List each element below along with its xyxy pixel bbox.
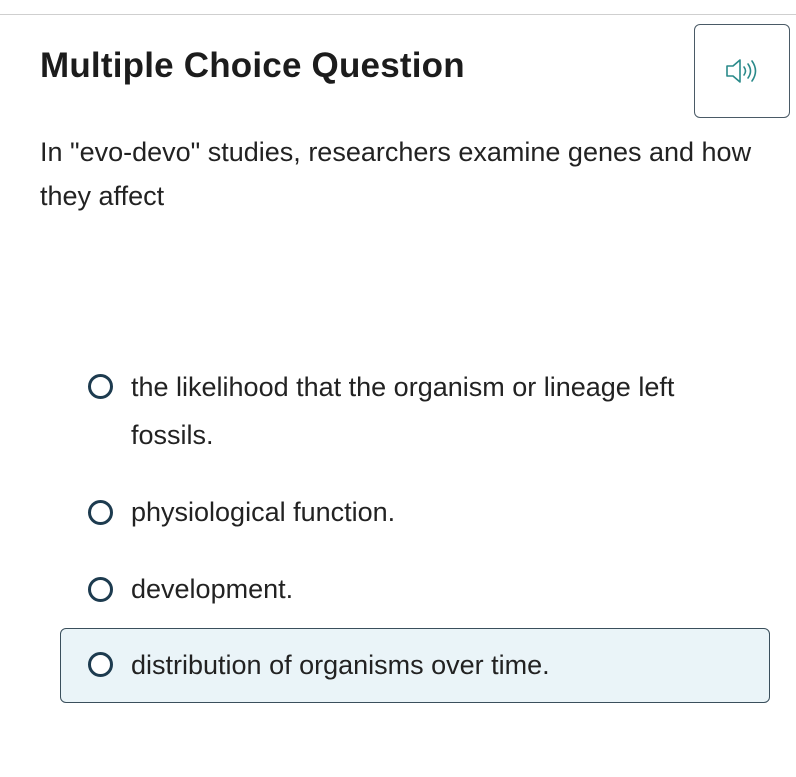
answer-option-2[interactable]: physiological function. [60,488,770,538]
answer-option-label: development. [131,574,294,604]
radio-button[interactable] [88,500,113,525]
radio-button[interactable] [88,652,113,677]
answer-option-label: the likelihood that the organism or line… [131,372,675,450]
radio-button[interactable] [88,577,113,602]
question-prompt: In "evo-devo" studies, researchers exami… [40,137,752,211]
speaker-icon [726,59,757,83]
top-divider [0,14,796,15]
answer-option-3[interactable]: development. [60,565,770,615]
answer-option-label: physiological function. [131,497,396,527]
answer-option-label: distribution of organisms over time. [131,650,550,680]
answer-option-4[interactable]: distribution of organisms over time. [60,628,770,703]
question-type-heading: Multiple Choice Question [40,46,465,85]
read-aloud-button[interactable] [694,24,790,118]
answer-option-1[interactable]: the likelihood that the organism or line… [60,362,770,458]
radio-button[interactable] [88,374,113,399]
